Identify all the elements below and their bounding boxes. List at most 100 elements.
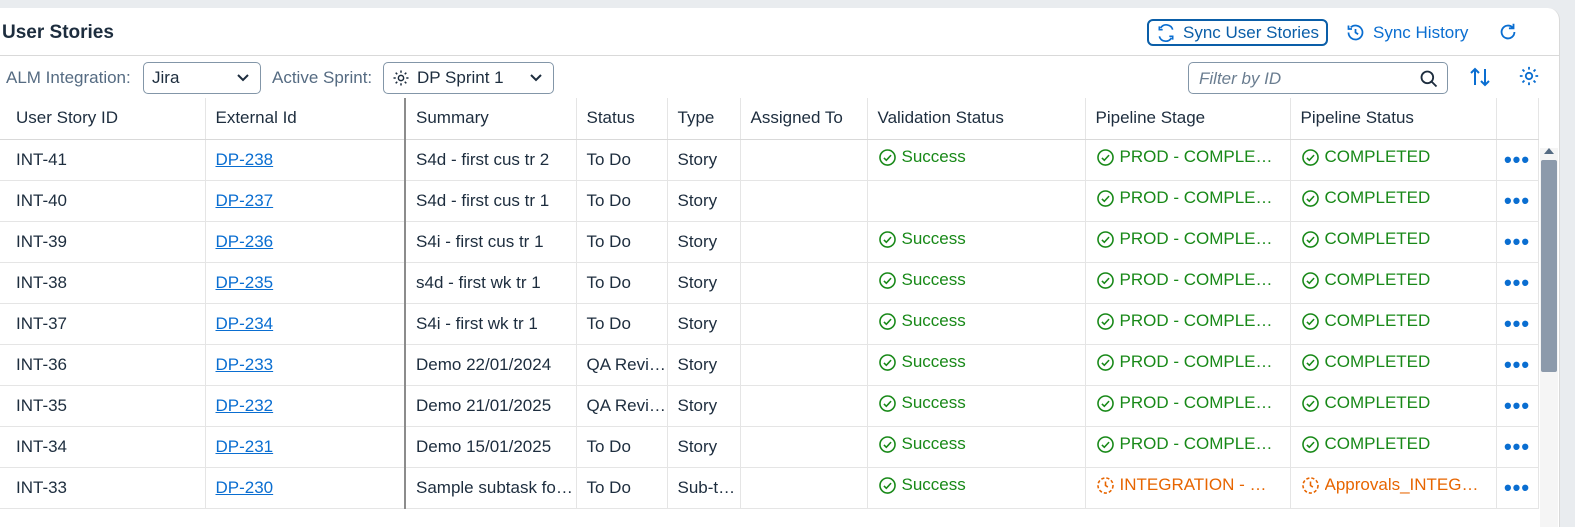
story-status: To Do <box>576 180 668 222</box>
story-status: To Do <box>576 467 668 509</box>
column-header[interactable]: User Story ID <box>0 98 206 140</box>
story-type: Story <box>667 344 741 386</box>
refresh-button[interactable] <box>1497 21 1519 43</box>
summary: S4d - first cus tr 1 <box>404 180 577 222</box>
story-type: Story <box>667 180 741 222</box>
pipeline-status: COMPLETED <box>1301 434 1430 454</box>
table-row[interactable]: INT-35 DP-232 Demo 21/01/2025 QA Review Stor… <box>0 385 1539 427</box>
table-row[interactable]: INT-36 DP-233 Demo 22/01/2024 QA Review Stor… <box>0 344 1539 386</box>
column-header[interactable]: Validation Status <box>867 98 1086 140</box>
user-story-id: INT-38 <box>0 262 206 304</box>
table-row[interactable]: INT-40 DP-237 S4d - first cus tr 1 To Do Sto… <box>0 180 1539 222</box>
gear-icon <box>393 70 409 86</box>
active-sprint-select[interactable]: DP Sprint 1 <box>383 62 554 94</box>
pipeline-status-cell: COMPLETED <box>1290 344 1497 386</box>
column-header[interactable]: Assigned To <box>740 98 868 140</box>
column-header[interactable]: Summary <box>404 98 577 140</box>
table-row[interactable]: INT-38 DP-235 s4d - first wk tr 1 To Do Stor… <box>0 262 1539 304</box>
story-status: To Do <box>576 426 668 468</box>
pipeline-stage: PROD - COMPLETED <box>1096 434 1280 454</box>
column-header[interactable]: External Id <box>205 98 406 140</box>
validation-status-cell <box>867 180 1086 222</box>
assigned-to <box>740 303 868 345</box>
story-type: Story <box>667 426 741 468</box>
filter-by-id-input[interactable] <box>1199 69 1409 89</box>
search-icon[interactable] <box>1419 69 1439 89</box>
external-id-cell: DP-237 <box>205 180 406 222</box>
history-icon <box>1347 24 1364 41</box>
pipeline-status-cell: COMPLETED <box>1290 303 1497 345</box>
table-row[interactable]: INT-34 DP-231 Demo 15/01/2025 To Do Story Suc… <box>0 426 1539 468</box>
validation-status-cell: Success <box>867 344 1086 386</box>
user-story-id: INT-33 <box>0 467 206 509</box>
external-id-cell: DP-232 <box>205 385 406 427</box>
story-status: To Do <box>576 262 668 304</box>
external-id-link[interactable]: DP-234 <box>216 314 274 333</box>
external-id-link[interactable]: DP-235 <box>216 273 274 292</box>
check-circle-icon <box>1096 394 1114 412</box>
more-actions-button[interactable]: ••• <box>1496 139 1539 181</box>
check-circle-icon <box>878 312 896 330</box>
story-type: Story <box>667 303 741 345</box>
refresh-icon <box>1500 23 1516 40</box>
chevron-down-icon <box>530 74 542 82</box>
more-actions-button[interactable]: ••• <box>1496 303 1539 345</box>
table-row[interactable]: INT-37 DP-234 S4i - first wk tr 1 To Do Stor… <box>0 303 1539 345</box>
user-story-id: INT-35 <box>0 385 206 427</box>
more-actions-button[interactable]: ••• <box>1496 180 1539 222</box>
sync-history-button[interactable]: Sync History <box>1345 22 1468 43</box>
panel-header: User Stories Sync User Stories Sync Hist… <box>0 8 1559 56</box>
settings-gear-icon[interactable] <box>1518 65 1540 87</box>
story-type: Story <box>667 139 741 181</box>
scrollbar-thumb[interactable] <box>1541 160 1557 372</box>
pipeline-status-cell: COMPLETED <box>1290 180 1497 222</box>
more-actions-button[interactable]: ••• <box>1496 467 1539 509</box>
story-status: To Do <box>576 303 668 345</box>
column-header[interactable]: Pipeline Stage <box>1085 98 1291 140</box>
column-header[interactable]: Type <box>667 98 741 140</box>
column-header[interactable]: Pipeline Status <box>1290 98 1497 140</box>
alm-integration-select[interactable]: Jira <box>143 62 261 94</box>
table-header-row: User Story ID External Id Summary Status… <box>0 98 1539 140</box>
external-id-link[interactable]: DP-236 <box>216 232 274 251</box>
pipeline-stage: PROD - COMPLETED <box>1096 393 1280 413</box>
more-actions-button[interactable]: ••• <box>1496 344 1539 386</box>
check-circle-icon <box>1096 312 1114 330</box>
check-circle-icon <box>1301 353 1319 371</box>
user-stories-table: User Story ID External Id Summary Status… <box>0 98 1539 509</box>
pipeline-status-cell: COMPLETED <box>1290 262 1497 304</box>
external-id-link[interactable]: DP-238 <box>216 150 274 169</box>
sync-user-stories-button[interactable]: Sync User Stories <box>1147 19 1329 46</box>
table-row[interactable]: INT-41 DP-238 S4d - first cus tr 2 To Do Sto… <box>0 139 1539 181</box>
external-id-link[interactable]: DP-232 <box>216 396 274 415</box>
story-type: Story <box>667 221 741 263</box>
scroll-up-arrow-icon[interactable] <box>1544 148 1554 154</box>
check-circle-icon <box>878 435 896 453</box>
external-id-link[interactable]: DP-230 <box>216 478 274 497</box>
pipeline-stage-cell: PROD - COMPLETED <box>1085 180 1291 222</box>
pipeline-stage: PROD - COMPLETED <box>1096 311 1280 331</box>
external-id-link[interactable]: DP-237 <box>216 191 274 210</box>
column-header[interactable]: Status <box>576 98 668 140</box>
validation-status: Success <box>878 270 966 290</box>
check-circle-icon <box>1096 148 1114 166</box>
summary: Sample subtask for testing <box>404 467 577 509</box>
vertical-scrollbar[interactable] <box>1540 148 1558 527</box>
more-actions-button[interactable]: ••• <box>1496 221 1539 263</box>
filter-toolbar: ALM Integration: Jira Active Sprint: DP … <box>0 56 1559 98</box>
more-actions-button[interactable]: ••• <box>1496 262 1539 304</box>
sort-icon[interactable] <box>1468 65 1492 89</box>
table-row[interactable]: INT-33 DP-230 Sample subtask for testingTo… <box>0 467 1539 509</box>
validation-status: Success <box>878 393 966 413</box>
table-row[interactable]: INT-39 DP-236 S4i - first cus tr 1 To Do Sto… <box>0 221 1539 263</box>
external-id-link[interactable]: DP-233 <box>216 355 274 374</box>
external-id-link[interactable]: DP-231 <box>216 437 274 456</box>
more-actions-button[interactable]: ••• <box>1496 426 1539 468</box>
validation-status: Success <box>878 434 966 454</box>
more-actions-button[interactable]: ••• <box>1496 385 1539 427</box>
sync-user-stories-label: Sync User Stories <box>1183 22 1320 42</box>
sync-icon <box>1158 23 1174 42</box>
user-story-id: INT-39 <box>0 221 206 263</box>
validation-status-cell: Success <box>867 303 1086 345</box>
user-stories-panel: User Stories Sync User Stories Sync Hist… <box>0 8 1560 527</box>
